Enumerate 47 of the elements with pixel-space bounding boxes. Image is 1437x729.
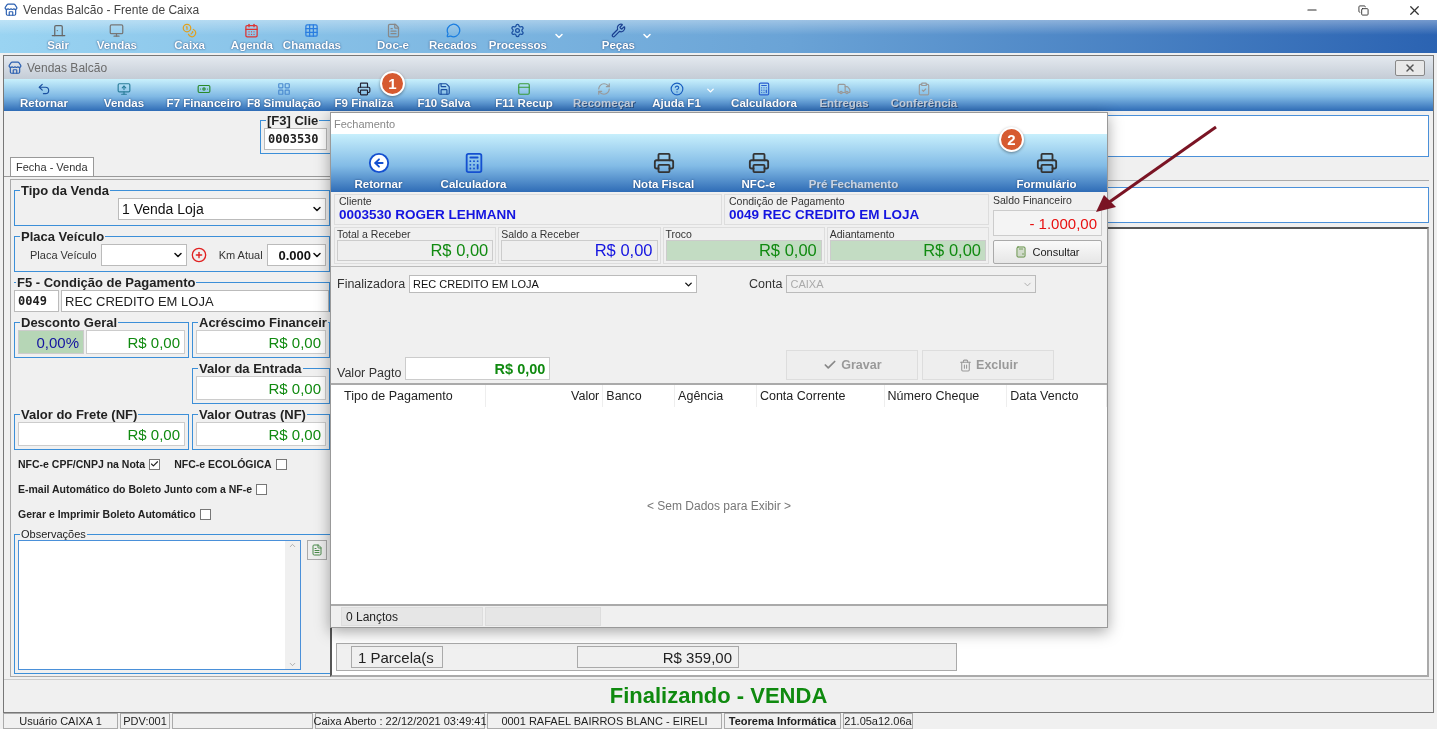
plate-label: Placa Veículo [30,249,97,261]
status-text: PDV:001 [120,713,170,729]
group-title: Tipo da Venda [20,183,110,198]
status-text: Teorema Informática [724,713,841,729]
option-label: E-mail Automático do Boleto Junto com a NF-e [18,483,253,495]
finalizer-label: Finalizadora [337,277,406,291]
group-title: Valor Outras (NF) [198,407,307,422]
status-text: Caixa Aberto : 22/12/2021 03:49:41 [315,713,485,729]
group-title: Acréscimo Financeir [198,315,328,330]
empty-message: < Sem Dados para Exibir > [646,498,792,513]
balance-label: Saldo Financeiro [993,194,1073,206]
total-value: R$ 0,00 [665,240,822,261]
installment-total: R$ 359,00 [577,646,739,668]
option-label: NFC-e CPF/CNPJ na Nota [18,458,146,470]
status-text: 0001 RAFAEL BAIRROS BLANC - EIRELI [487,713,722,729]
child-window-title: Vendas Balcão [27,60,108,75]
balance-value: - 1.000,00 [993,210,1102,236]
dialog-title: Fechamento [334,117,396,130]
payment-amount-label: Valor Pagto [337,366,402,380]
window-title: Vendas Balcão - Frente de Caixa [23,3,200,17]
option-label: Gerar e Imprimir Boleto Automático [18,508,196,520]
total-label: Total a Receber [337,228,412,240]
entries-count: 0 Lançtos [341,607,483,626]
group-title: Placa Veículo [20,229,106,244]
total-label: Adiantamento [829,228,896,240]
total-label: Troco [665,228,693,240]
installment-count: 1 Parcela(s [351,646,443,668]
total-value: R$ 0,00 [337,240,494,261]
payment-label: Condição de Pagamento [729,195,846,207]
group-title: Valor do Frete (NF) [20,407,139,422]
total-label: Saldo a Receber [501,228,581,240]
km-label: Km Atual [218,249,263,261]
payment-condition: 0049 REC CREDITO EM LOJA [729,207,921,222]
total-value: R$ 0,00 [501,240,658,261]
option-label: NFC-e ECOLÓGICA [174,458,272,470]
total-value: R$ 0,00 [829,240,986,261]
group-title: Desconto Geral [20,315,119,330]
status-text: Usuário CAIXA 1 [3,713,118,729]
group-title: F5 - Condição de Pagamento [16,275,197,290]
group-title: Valor da Entrada [198,361,303,376]
group-title: Observações [20,528,87,540]
client-name: 0003530 ROGER LEHMANN [339,207,518,222]
account-label: Conta [749,277,783,291]
status-message: Finalizando - VENDA [609,683,828,709]
group-title: [F3] Clie [266,113,320,128]
client-label: Cliente [339,195,373,207]
status-text: 21.05a12.06a [843,713,913,729]
